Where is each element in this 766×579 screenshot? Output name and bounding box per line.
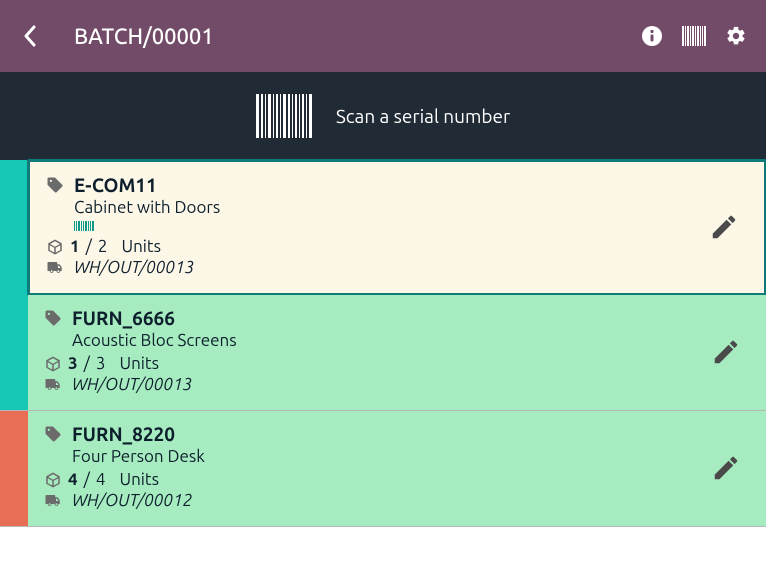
edit-line-button[interactable] — [702, 307, 750, 396]
line-product-name: Cabinet with Doors — [74, 198, 700, 217]
row-stripe — [0, 295, 28, 410]
barcode-button[interactable] — [682, 24, 706, 48]
line-qty-total: 3 — [96, 354, 106, 373]
qty-separator: / — [84, 470, 90, 489]
line-row[interactable]: FURN_6666 Acoustic Bloc Screens 3 / 3 Un… — [0, 295, 766, 411]
line-transfer: WH/OUT/00013 — [74, 258, 194, 277]
page-title: BATCH/00001 — [74, 24, 640, 49]
pencil-icon — [709, 212, 739, 242]
line-row[interactable]: FURN_8220 Four Person Desk 4 / 4 Units — [0, 411, 766, 527]
line-sku: E-COM11 — [74, 174, 157, 196]
app-header: BATCH/00001 — [0, 0, 766, 72]
tag-icon — [46, 176, 64, 194]
scan-prompt: Scan a serial number — [336, 105, 510, 127]
line-qty-done: 1 — [70, 237, 80, 256]
line-uom: Units — [121, 237, 161, 256]
line-uom: Units — [119, 470, 159, 489]
pencil-icon — [711, 337, 741, 367]
lines-list: E-COM11 Cabinet with Doors 1 / 2 Units — [0, 160, 766, 527]
tag-icon — [44, 309, 62, 327]
line-qty-total: 2 — [98, 237, 108, 256]
cube-icon — [44, 471, 62, 489]
edit-line-button[interactable] — [700, 174, 748, 279]
line-sku: FURN_8220 — [72, 423, 175, 445]
info-icon — [641, 25, 663, 47]
settings-button[interactable] — [724, 24, 748, 48]
line-sku: FURN_6666 — [72, 307, 175, 329]
line-row[interactable]: E-COM11 Cabinet with Doors 1 / 2 Units — [0, 160, 766, 295]
cube-icon — [46, 238, 64, 256]
line-product-name: Four Person Desk — [72, 447, 702, 466]
line-qty-total: 4 — [96, 470, 106, 489]
header-actions — [640, 24, 748, 48]
truck-icon — [46, 259, 64, 277]
edit-line-button[interactable] — [702, 423, 750, 512]
line-product-name: Acoustic Bloc Screens — [72, 331, 702, 350]
pencil-icon — [711, 453, 741, 483]
truck-icon — [44, 376, 62, 394]
barcode-icon — [682, 26, 706, 46]
mini-barcode-icon — [74, 221, 700, 231]
line-qty-done: 4 — [68, 470, 78, 489]
truck-icon — [44, 492, 62, 510]
line-uom: Units — [119, 354, 159, 373]
tag-icon — [44, 425, 62, 443]
scan-bar[interactable]: Scan a serial number — [0, 72, 766, 160]
gear-icon — [725, 25, 747, 47]
line-transfer: WH/OUT/00012 — [72, 491, 192, 510]
qty-separator: / — [84, 354, 90, 373]
row-stripe — [0, 411, 28, 526]
qty-separator: / — [86, 237, 92, 256]
row-stripe — [0, 160, 28, 295]
info-button[interactable] — [640, 24, 664, 48]
barcode-large-icon — [256, 94, 312, 138]
line-transfer: WH/OUT/00013 — [72, 375, 192, 394]
cube-icon — [44, 355, 62, 373]
line-qty-done: 3 — [68, 354, 78, 373]
chevron-left-icon — [23, 25, 37, 47]
back-button[interactable] — [18, 24, 42, 48]
